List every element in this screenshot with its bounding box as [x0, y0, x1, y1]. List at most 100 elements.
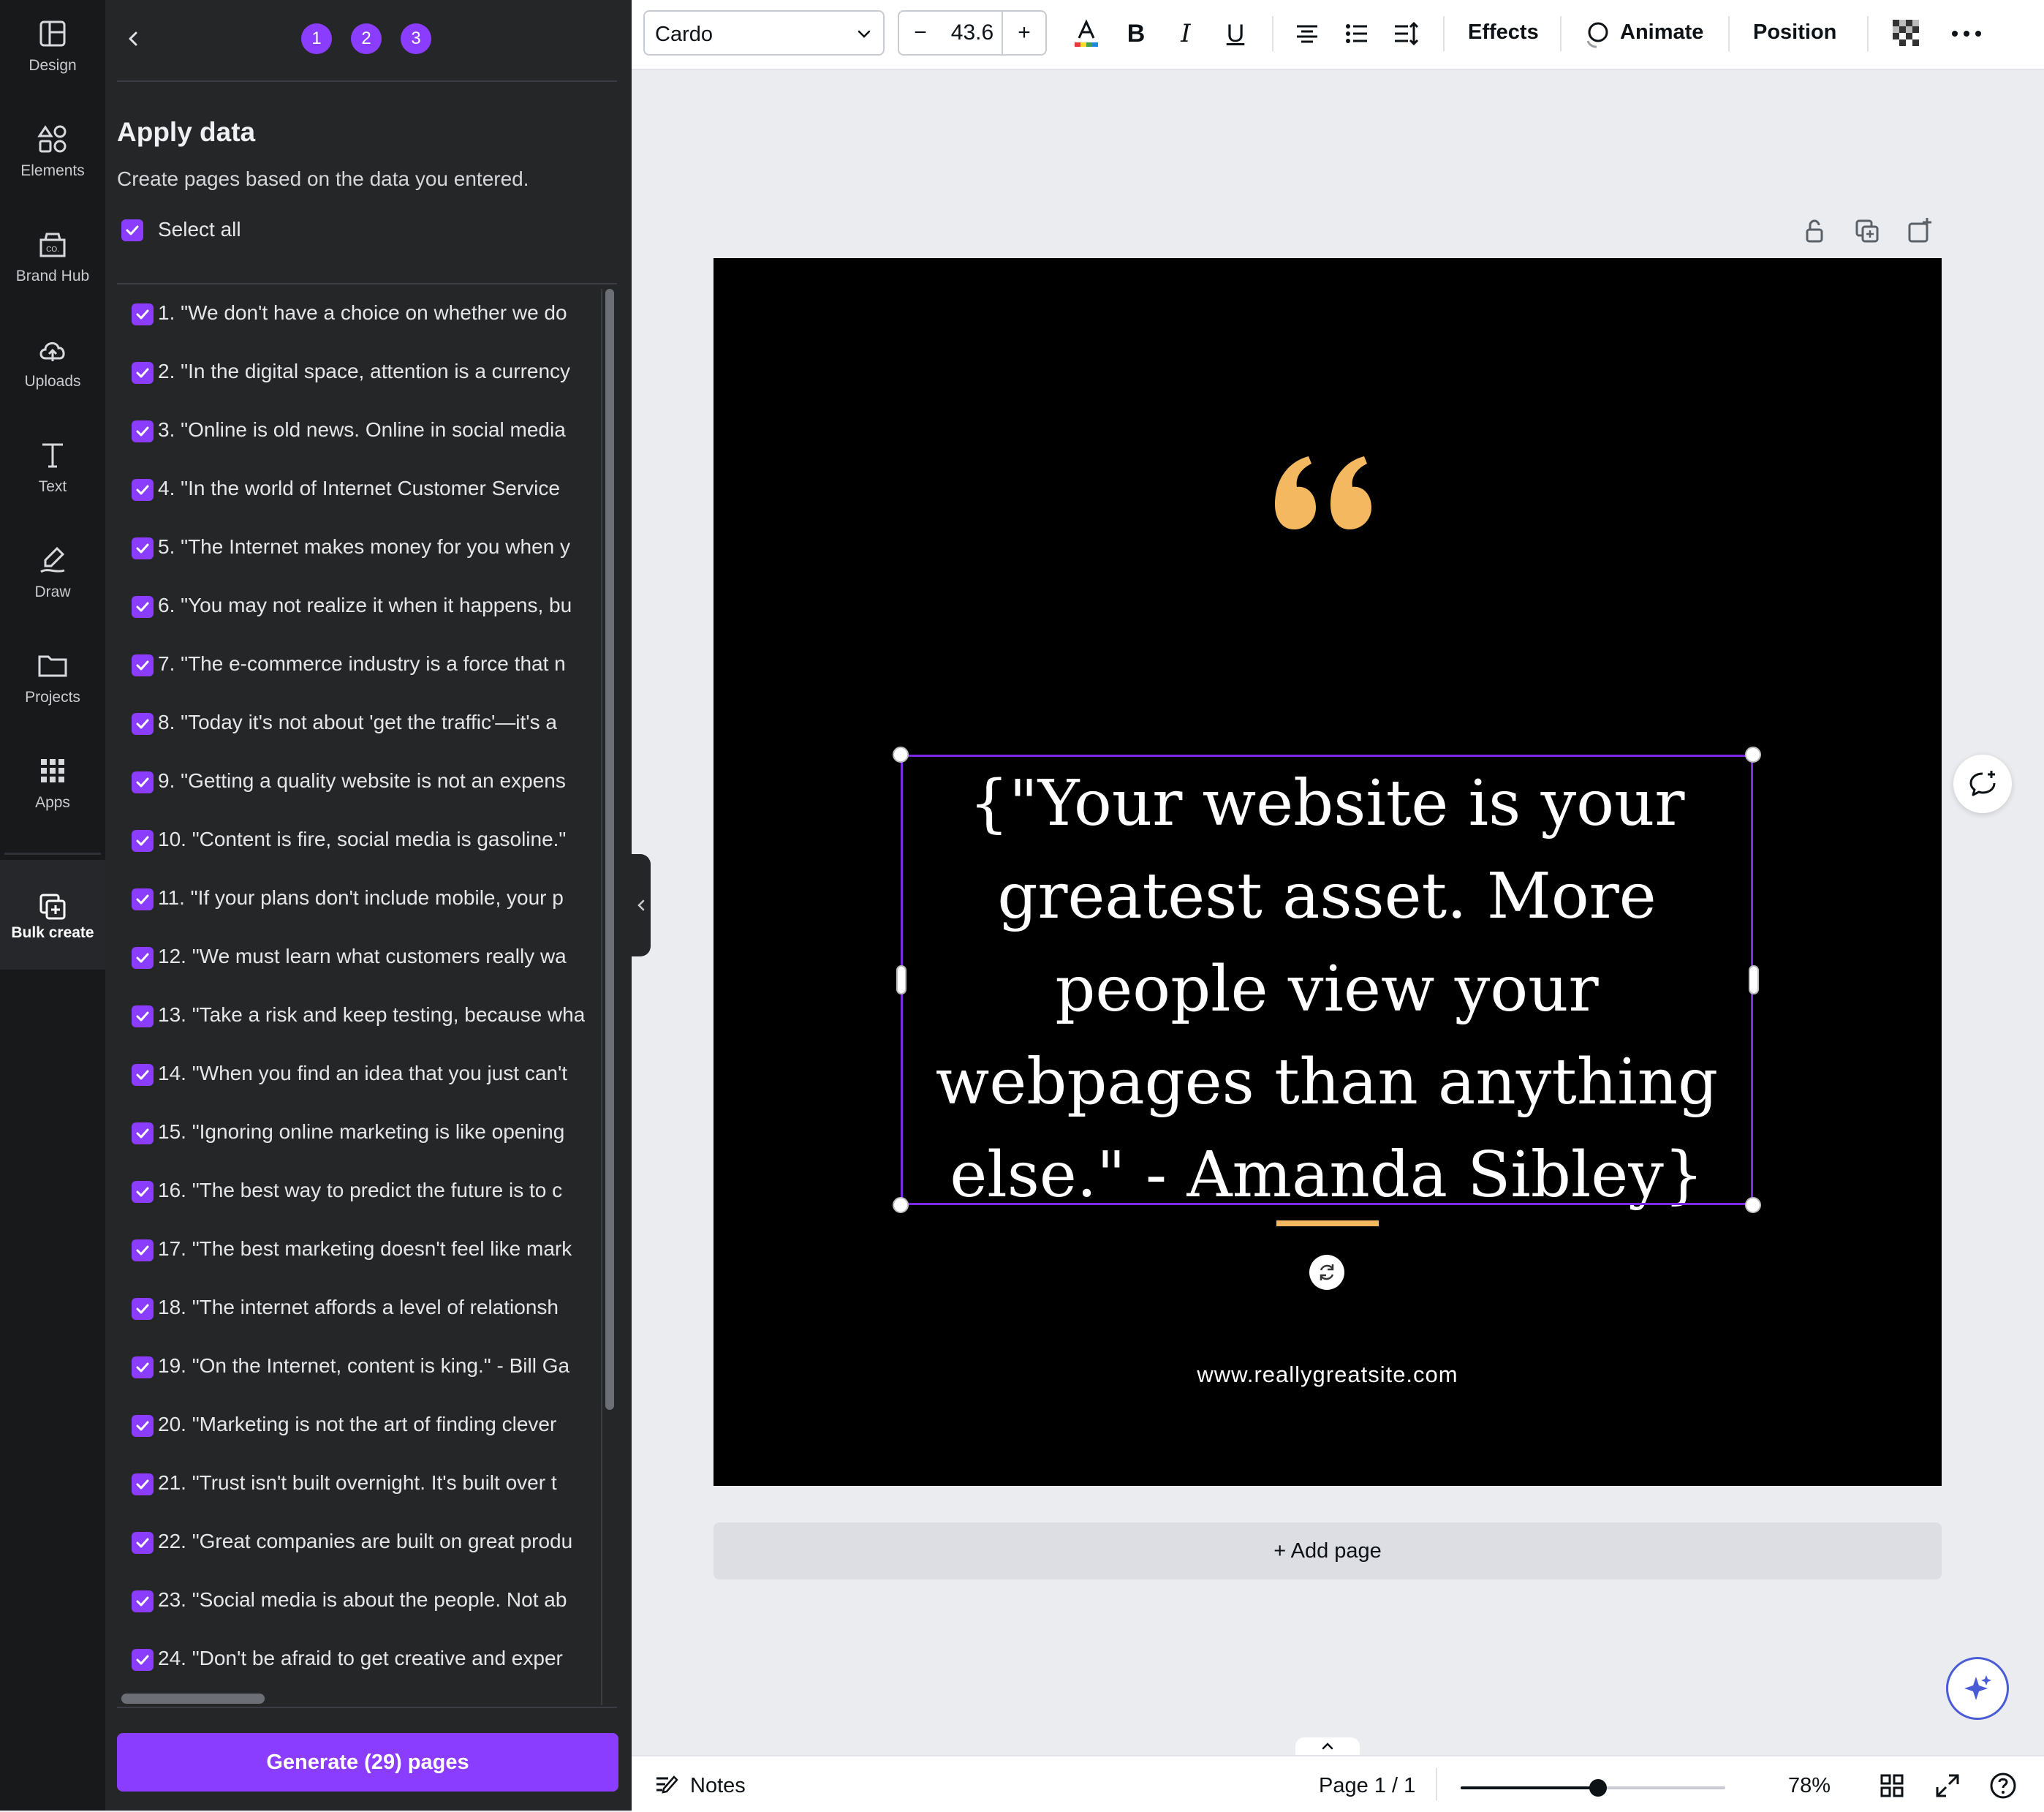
transparency-button[interactable]	[1888, 15, 1926, 53]
magic-assistant-button[interactable]	[1946, 1657, 2009, 1720]
row-checkbox[interactable]	[132, 1122, 154, 1144]
add-page-button[interactable]: + Add page	[713, 1522, 1942, 1579]
row-checkbox[interactable]	[132, 1590, 154, 1612]
step-indicator[interactable]: 2	[351, 23, 382, 54]
resize-handle[interactable]	[893, 1197, 909, 1213]
help-button[interactable]	[1987, 1770, 2019, 1802]
website-url-text[interactable]: www.reallygreatsite.com	[713, 1362, 1942, 1388]
rail-item-bulk-create[interactable]: Bulk create	[0, 860, 105, 970]
step-indicator[interactable]: 1	[301, 23, 332, 54]
data-row[interactable]: 18. "The internet affords a level of rel…	[117, 1280, 599, 1338]
data-row[interactable]: 4. "In the world of Internet Customer Se…	[117, 461, 599, 519]
fullscreen-button[interactable]	[1931, 1770, 1964, 1802]
italic-button[interactable]: I	[1167, 15, 1205, 53]
bold-button[interactable]: B	[1117, 15, 1155, 53]
row-checkbox[interactable]	[132, 303, 154, 325]
data-row[interactable]: 5. "The Internet makes money for you whe…	[117, 519, 599, 578]
rail-item-uploads[interactable]: Uploads	[0, 316, 105, 418]
position-button[interactable]: Position	[1753, 20, 1836, 45]
step-indicator[interactable]: 3	[401, 23, 431, 54]
duplicate-page-icon[interactable]	[1851, 215, 1883, 247]
data-row[interactable]: 2. "In the digital space, attention is a…	[117, 344, 599, 402]
resize-handle[interactable]	[1745, 747, 1761, 763]
data-row[interactable]: 10. "Content is fire, social media is ga…	[117, 812, 599, 870]
row-checkbox[interactable]	[132, 1649, 154, 1671]
data-row[interactable]: 3. "Online is old news. Online in social…	[117, 402, 599, 461]
row-checkbox[interactable]	[132, 362, 154, 384]
data-row[interactable]: 24. "Don't be afraid to get creative and…	[117, 1631, 599, 1689]
side-resize-handle[interactable]	[896, 965, 906, 994]
grid-view-button[interactable]	[1876, 1770, 1908, 1802]
zoom-percentage[interactable]: 78%	[1788, 1774, 1831, 1798]
list-button[interactable]	[1338, 15, 1376, 53]
font-size-input[interactable]: 43.6	[942, 10, 1003, 56]
row-checkbox[interactable]	[132, 479, 154, 501]
zoom-slider[interactable]	[1461, 1779, 1725, 1797]
row-checkbox[interactable]	[132, 1298, 154, 1320]
data-row[interactable]: 15. "Ignoring online marketing is like o…	[117, 1104, 599, 1163]
data-row[interactable]: 22. "Great companies are built on great …	[117, 1514, 599, 1572]
row-checkbox[interactable]	[132, 1415, 154, 1437]
row-checkbox[interactable]	[132, 1356, 154, 1378]
rail-item-apps[interactable]: Apps	[0, 737, 105, 839]
row-checkbox[interactable]	[132, 713, 154, 735]
rail-item-design[interactable]: Design	[0, 0, 105, 102]
resize-handle[interactable]	[1745, 1197, 1761, 1213]
row-checkbox[interactable]	[132, 537, 154, 559]
data-row[interactable]: 21. "Trust isn't built overnight. It's b…	[117, 1455, 599, 1514]
row-checkbox[interactable]	[132, 596, 154, 618]
spacing-button[interactable]	[1388, 15, 1426, 53]
row-checkbox[interactable]	[132, 1064, 154, 1086]
lock-icon[interactable]	[1798, 215, 1831, 247]
data-row[interactable]: 6. "You may not realize it when it happe…	[117, 578, 599, 636]
scrollbar-thumb[interactable]	[605, 289, 614, 1410]
row-checkbox[interactable]	[132, 420, 154, 442]
rail-item-brand-hub[interactable]: CO. Brand Hub	[0, 211, 105, 313]
data-row[interactable]: 17. "The best marketing doesn't feel lik…	[117, 1221, 599, 1280]
collapse-panel-button[interactable]	[632, 854, 651, 956]
row-checkbox[interactable]	[132, 1239, 154, 1261]
notes-button[interactable]: Notes	[654, 1773, 746, 1799]
rotate-handle[interactable]	[1309, 1255, 1344, 1290]
row-checkbox[interactable]	[132, 1532, 154, 1554]
page-indicator[interactable]: Page 1 / 1	[1319, 1774, 1415, 1798]
data-row[interactable]: 11. "If your plans don't include mobile,…	[117, 870, 599, 929]
underline-button[interactable]: U	[1216, 15, 1254, 53]
data-row[interactable]: 13. "Take a risk and keep testing, becau…	[117, 987, 599, 1046]
data-row[interactable]: 23. "Social media is about the people. N…	[117, 1572, 599, 1631]
row-checkbox[interactable]	[132, 830, 154, 852]
data-row[interactable]: 7. "The e-commerce industry is a force t…	[117, 636, 599, 695]
row-checkbox[interactable]	[132, 888, 154, 910]
rail-item-elements[interactable]: Elements	[0, 105, 105, 208]
data-row[interactable]: 19. "On the Internet, content is king." …	[117, 1338, 599, 1397]
data-row[interactable]: 8. "Today it's not about 'get the traffi…	[117, 695, 599, 753]
row-checkbox[interactable]	[132, 771, 154, 793]
add-page-icon[interactable]	[1904, 215, 1936, 247]
select-all-label[interactable]: Select all	[158, 218, 241, 241]
data-row[interactable]: 14. "When you find an idea that you just…	[117, 1046, 599, 1104]
back-button[interactable]	[118, 23, 149, 54]
effects-button[interactable]: Effects	[1468, 20, 1539, 45]
row-checkbox[interactable]	[132, 1473, 154, 1495]
font-size-increase-button[interactable]: +	[1002, 10, 1047, 56]
horizontal-scrollbar-thumb[interactable]	[121, 1694, 265, 1704]
text-color-button[interactable]	[1067, 15, 1105, 53]
animate-button[interactable]: Animate	[1620, 20, 1703, 45]
more-options-button[interactable]	[1948, 15, 1986, 53]
rail-item-text[interactable]: Text	[0, 421, 105, 524]
data-row[interactable]: 12. "We must learn what customers really…	[117, 929, 599, 987]
font-size-decrease-button[interactable]: −	[898, 10, 943, 56]
generate-pages-button[interactable]: Generate (29) pages	[117, 1733, 618, 1792]
vertical-scrollbar[interactable]	[601, 289, 617, 1705]
row-checkbox[interactable]	[132, 1005, 154, 1027]
row-checkbox[interactable]	[132, 654, 154, 676]
data-row[interactable]: 1. "We don't have a choice on whether we…	[117, 285, 599, 344]
font-family-select[interactable]: Cardo	[643, 10, 885, 56]
row-checkbox[interactable]	[132, 1181, 154, 1203]
data-row[interactable]: 9. "Getting a quality website is not an …	[117, 753, 599, 812]
rail-item-draw[interactable]: Draw	[0, 526, 105, 629]
zoom-slider-handle[interactable]	[1589, 1779, 1608, 1797]
add-comment-button[interactable]	[1953, 755, 2012, 813]
align-center-button[interactable]	[1288, 15, 1326, 53]
side-resize-handle[interactable]	[1749, 965, 1759, 994]
